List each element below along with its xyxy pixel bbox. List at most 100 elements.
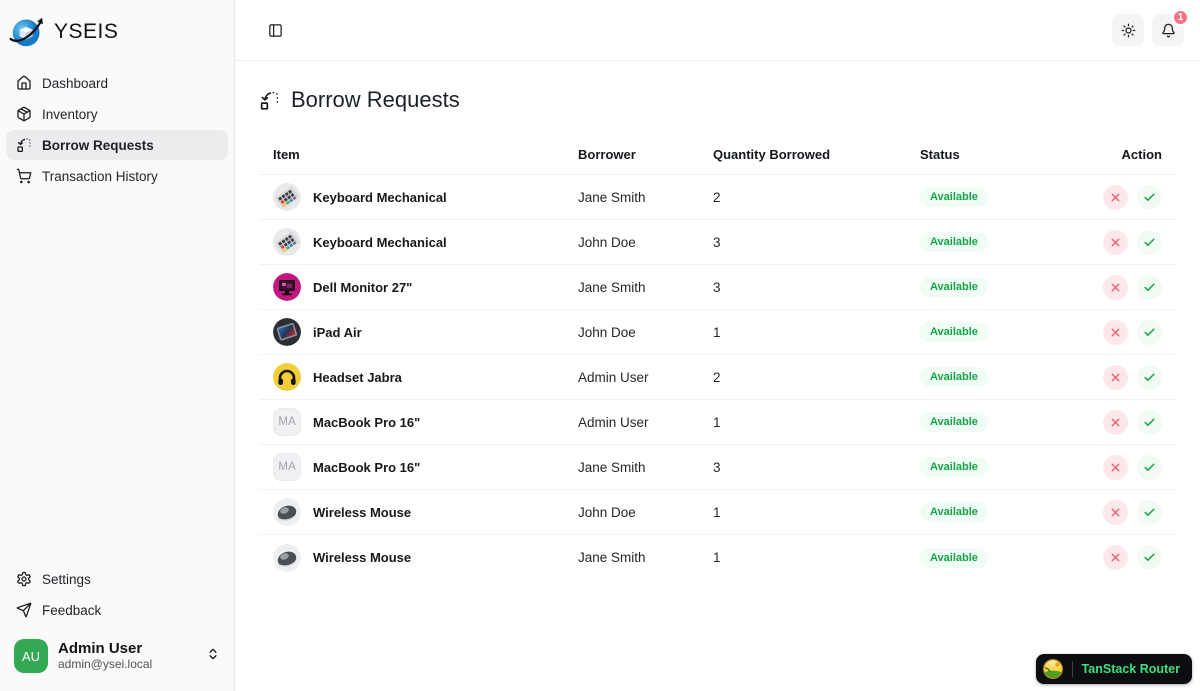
reject-button[interactable] <box>1103 545 1128 570</box>
item-name: Keyboard Mechanical <box>313 234 447 250</box>
status-badge: Available <box>920 367 988 387</box>
item-cell: iPad Air <box>259 318 564 346</box>
top-bar: 1 <box>235 0 1200 61</box>
page-content: Borrow Requests Item Borrower Quantity B… <box>235 61 1200 691</box>
sidebar-item-settings[interactable]: Settings <box>6 564 228 594</box>
item-thumbnail: MA <box>273 453 301 481</box>
user-email: admin@ysei.local <box>58 656 153 671</box>
reject-button[interactable] <box>1103 499 1128 525</box>
sidebar-item-feedback[interactable]: Feedback <box>6 595 228 625</box>
sidebar: YSEIS Dashboard Inventory Borrow Request… <box>0 0 235 691</box>
item-thumbnail <box>273 183 301 211</box>
column-header-borrower: Borrower <box>578 147 636 162</box>
sidebar-item-borrow-requests[interactable]: Borrow Requests <box>6 130 228 160</box>
status-badge: Available <box>920 232 988 252</box>
status-cell: Available <box>906 457 1089 477</box>
tanstack-router-devtools-toggle[interactable]: TanStack Router <box>1035 654 1192 684</box>
quantity-cell: 1 <box>713 414 721 430</box>
status-cell: Available <box>906 322 1089 342</box>
status-cell: Available <box>906 502 1089 522</box>
reject-button[interactable] <box>1103 229 1128 255</box>
reject-button[interactable] <box>1103 364 1128 390</box>
approve-button[interactable] <box>1137 409 1162 435</box>
main-area: 1 Borrow Requests Item Borrower Quantity… <box>235 0 1200 691</box>
table-row: MA MacBook Pro 16" Admin User 1 Availabl… <box>259 400 1176 445</box>
item-cell: Dell Monitor 27" <box>259 273 564 301</box>
item-cell: Keyboard Mechanical <box>259 228 564 256</box>
item-thumbnail <box>273 498 301 526</box>
approve-button[interactable] <box>1137 499 1162 525</box>
approve-button[interactable] <box>1137 319 1162 345</box>
approve-button[interactable] <box>1137 364 1162 390</box>
sidebar-toggle-button[interactable] <box>259 14 291 46</box>
notification-count-badge: 1 <box>1172 9 1189 26</box>
check-icon <box>1144 553 1155 561</box>
item-cell: Headset Jabra <box>259 363 564 391</box>
reject-button[interactable] <box>1103 274 1128 300</box>
divider <box>1071 661 1073 677</box>
table-row: Headset Jabra Admin User 2 Available <box>259 355 1176 400</box>
table-row: Keyboard Mechanical Jane Smith 2 Availab… <box>259 175 1176 220</box>
topbar-actions: 1 <box>1112 9 1189 46</box>
x-icon <box>1111 193 1120 201</box>
column-header-status: Status <box>920 147 960 162</box>
reject-button[interactable] <box>1103 319 1128 345</box>
brand-logo-icon <box>9 17 43 47</box>
item-name: iPad Air <box>313 324 362 340</box>
item-thumbnail <box>273 363 301 391</box>
app-window: YSEIS Dashboard Inventory Borrow Request… <box>0 0 1200 691</box>
check-icon <box>1144 282 1155 291</box>
item-cell: MA MacBook Pro 16" <box>259 453 564 481</box>
user-name: Admin User <box>58 640 143 658</box>
approve-button[interactable] <box>1137 545 1162 570</box>
user-meta: Admin User admin@ysei.local <box>58 640 196 671</box>
item-name: Wireless Mouse <box>313 550 412 565</box>
item-name: MacBook Pro 16" <box>313 459 421 475</box>
reject-button[interactable] <box>1103 409 1128 435</box>
status-cell: Available <box>906 232 1089 252</box>
x-icon <box>1111 418 1120 426</box>
status-cell: Available <box>906 277 1089 297</box>
notifications: 1 <box>1152 9 1189 46</box>
approve-button[interactable] <box>1137 184 1162 210</box>
borrower-cell: John Doe <box>578 234 636 250</box>
page-title: Borrow Requests <box>291 87 460 112</box>
borrower-cell: John Doe <box>578 504 636 520</box>
home-icon <box>17 75 31 90</box>
item-thumbnail <box>273 544 301 572</box>
approve-button[interactable] <box>1137 229 1162 255</box>
sidebar-item-label: Inventory <box>42 106 98 122</box>
quantity-cell: 3 <box>713 234 721 250</box>
approve-button[interactable] <box>1137 454 1162 480</box>
table-row: Wireless Mouse John Doe 1 Available <box>259 490 1176 535</box>
theme-toggle-button[interactable] <box>1112 14 1144 46</box>
x-icon <box>1111 463 1120 471</box>
status-cell: Available <box>906 412 1089 432</box>
reject-button[interactable] <box>1103 184 1128 210</box>
status-badge: Available <box>920 277 988 297</box>
approve-button[interactable] <box>1137 274 1162 300</box>
quantity-cell: 1 <box>713 550 721 565</box>
sidebar-item-inventory[interactable]: Inventory <box>6 99 228 129</box>
item-cell: MA MacBook Pro 16" <box>259 408 564 436</box>
status-badge: Available <box>920 412 988 432</box>
borrower-cell: Jane Smith <box>578 279 646 295</box>
panel-left-icon <box>268 23 282 37</box>
brand: YSEIS <box>0 10 234 54</box>
table-row: Keyboard Mechanical John Doe 3 Available <box>259 220 1176 265</box>
quantity-cell: 3 <box>713 459 721 475</box>
table-row: iPad Air John Doe 1 Available <box>259 310 1176 355</box>
item-name: Wireless Mouse <box>313 504 412 520</box>
user-menu[interactable]: AU Admin User admin@ysei.local <box>8 635 226 677</box>
borrower-cell: Jane Smith <box>578 459 646 475</box>
column-header-quantity: Quantity Borrowed <box>713 147 831 162</box>
sidebar-item-transaction-history[interactable]: Transaction History <box>6 161 228 191</box>
x-icon <box>1111 373 1120 381</box>
borrower-cell: Admin User <box>578 369 649 385</box>
reject-button[interactable] <box>1103 454 1128 480</box>
check-icon <box>1144 507 1155 516</box>
table-row: Wireless Mouse Jane Smith 1 Available <box>259 535 1176 580</box>
chevrons-up-down-icon <box>206 647 220 666</box>
quantity-cell: 1 <box>713 504 721 520</box>
sidebar-item-dashboard[interactable]: Dashboard <box>6 68 228 98</box>
